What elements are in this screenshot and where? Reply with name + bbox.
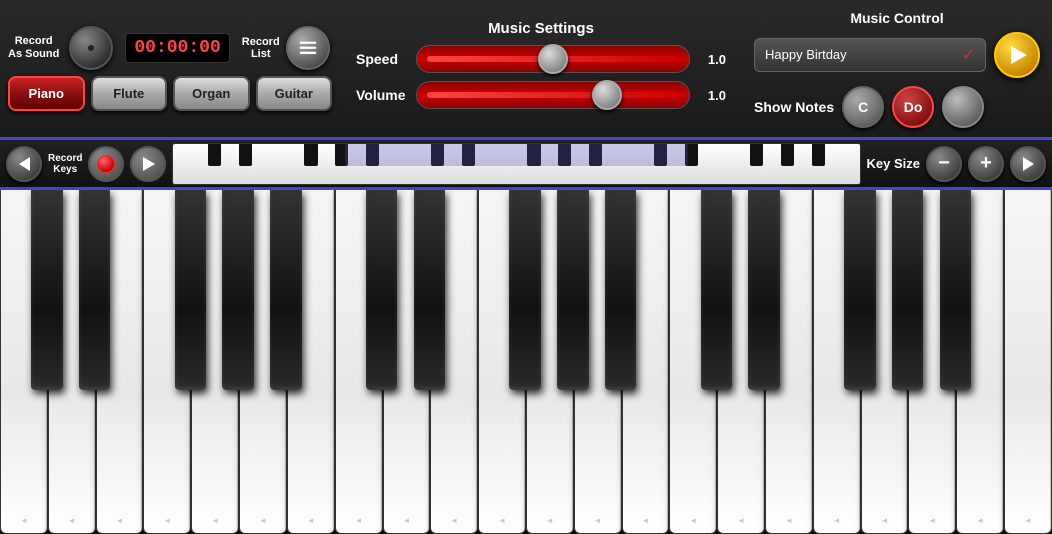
top-bar: Record As Sound 00:00:00 Record List	[0, 0, 1052, 140]
black-key[interactable]	[366, 190, 398, 390]
mini-black-keys	[173, 144, 859, 166]
black-key[interactable]	[701, 190, 733, 390]
volume-label: Volume	[356, 87, 416, 103]
note-c-button[interactable]: C	[842, 86, 884, 128]
volume-value: 1.0	[698, 88, 726, 103]
left-section: Record As Sound 00:00:00 Record List	[0, 20, 340, 117]
black-key[interactable]	[222, 190, 254, 390]
volume-slider[interactable]	[416, 81, 690, 109]
play-triangle-icon	[1011, 46, 1027, 64]
key-size-decrease-button[interactable]: −	[926, 146, 962, 182]
volume-track	[427, 92, 679, 98]
mini-piano-strip	[172, 143, 860, 185]
guitar-button[interactable]: Guitar	[256, 76, 333, 111]
music-control-title: Music Control	[754, 10, 1040, 26]
organ-button[interactable]: Organ	[173, 76, 250, 111]
instrument-buttons: Piano Flute Organ Guitar	[8, 76, 332, 111]
white-key[interactable]	[1004, 190, 1052, 534]
song-dropdown[interactable]: Happy Birtday ✓	[754, 38, 986, 72]
black-key[interactable]	[557, 190, 589, 390]
record-keys-bar: Record Keys	[0, 140, 1052, 190]
black-key[interactable]	[605, 190, 637, 390]
play-button-small[interactable]	[130, 146, 166, 182]
record-row: Record As Sound 00:00:00 Record List	[8, 26, 332, 70]
black-key[interactable]	[79, 190, 111, 390]
record-list-line2: List	[251, 48, 271, 60]
play-button-large[interactable]	[994, 32, 1040, 78]
black-key[interactable]	[509, 190, 541, 390]
scroll-right-button[interactable]	[1010, 146, 1046, 182]
volume-row: Volume 1.0	[356, 81, 726, 109]
timer-display: 00:00:00	[125, 33, 229, 63]
song-row: Happy Birtday ✓	[754, 32, 1040, 78]
black-key[interactable]	[748, 190, 780, 390]
black-key[interactable]	[940, 190, 972, 390]
speed-slider[interactable]	[416, 45, 690, 73]
black-key[interactable]	[892, 190, 924, 390]
key-size-label: Key Size	[867, 156, 920, 171]
scroll-left-button[interactable]	[6, 146, 42, 182]
key-size-increase-button[interactable]: +	[968, 146, 1004, 182]
highlighted-region	[345, 144, 688, 166]
record-list-line1: Record	[242, 36, 280, 48]
piano-keyboard	[0, 190, 1052, 534]
record-as-sound-knob[interactable]	[69, 26, 113, 70]
notes-knob[interactable]	[942, 86, 984, 128]
record-as-sound-section: Record As Sound	[8, 35, 59, 61]
record-as-sound-line1: Record	[15, 35, 53, 48]
black-key[interactable]	[270, 190, 302, 390]
play-small-icon	[143, 157, 155, 171]
record-dot-icon	[97, 155, 115, 173]
volume-thumb[interactable]	[592, 80, 622, 110]
music-settings-title: Music Settings	[488, 20, 594, 37]
speed-value: 1.0	[698, 52, 726, 67]
record-button[interactable]	[88, 146, 124, 182]
keys-container	[0, 190, 1052, 534]
record-list-button[interactable]	[286, 26, 330, 70]
record-list-section: Record List	[242, 36, 280, 60]
record-keys-label-line2: Keys	[53, 164, 77, 175]
black-key[interactable]	[414, 190, 446, 390]
show-notes-label: Show Notes	[754, 99, 834, 115]
check-icon: ✓	[962, 45, 975, 65]
record-as-sound-line2: As Sound	[8, 48, 59, 61]
speed-thumb[interactable]	[538, 44, 568, 74]
speed-label: Speed	[356, 51, 416, 67]
piano-button[interactable]: Piano	[8, 76, 85, 111]
music-control-section: Music Control Happy Birtday ✓ Show Notes…	[742, 4, 1052, 134]
black-key[interactable]	[844, 190, 876, 390]
speed-row: Speed 1.0	[356, 45, 726, 73]
black-key[interactable]	[175, 190, 207, 390]
selected-song: Happy Birtday	[765, 47, 847, 62]
show-notes-row: Show Notes C Do	[754, 86, 1040, 128]
black-key[interactable]	[31, 190, 63, 390]
record-keys-label-line1: Record	[48, 153, 82, 164]
record-keys-section: Record Keys	[48, 153, 82, 175]
music-settings-section: Music Settings Speed 1.0 Volume 1.0	[340, 12, 742, 125]
flute-button[interactable]: Flute	[91, 76, 168, 111]
note-do-button[interactable]: Do	[892, 86, 934, 128]
